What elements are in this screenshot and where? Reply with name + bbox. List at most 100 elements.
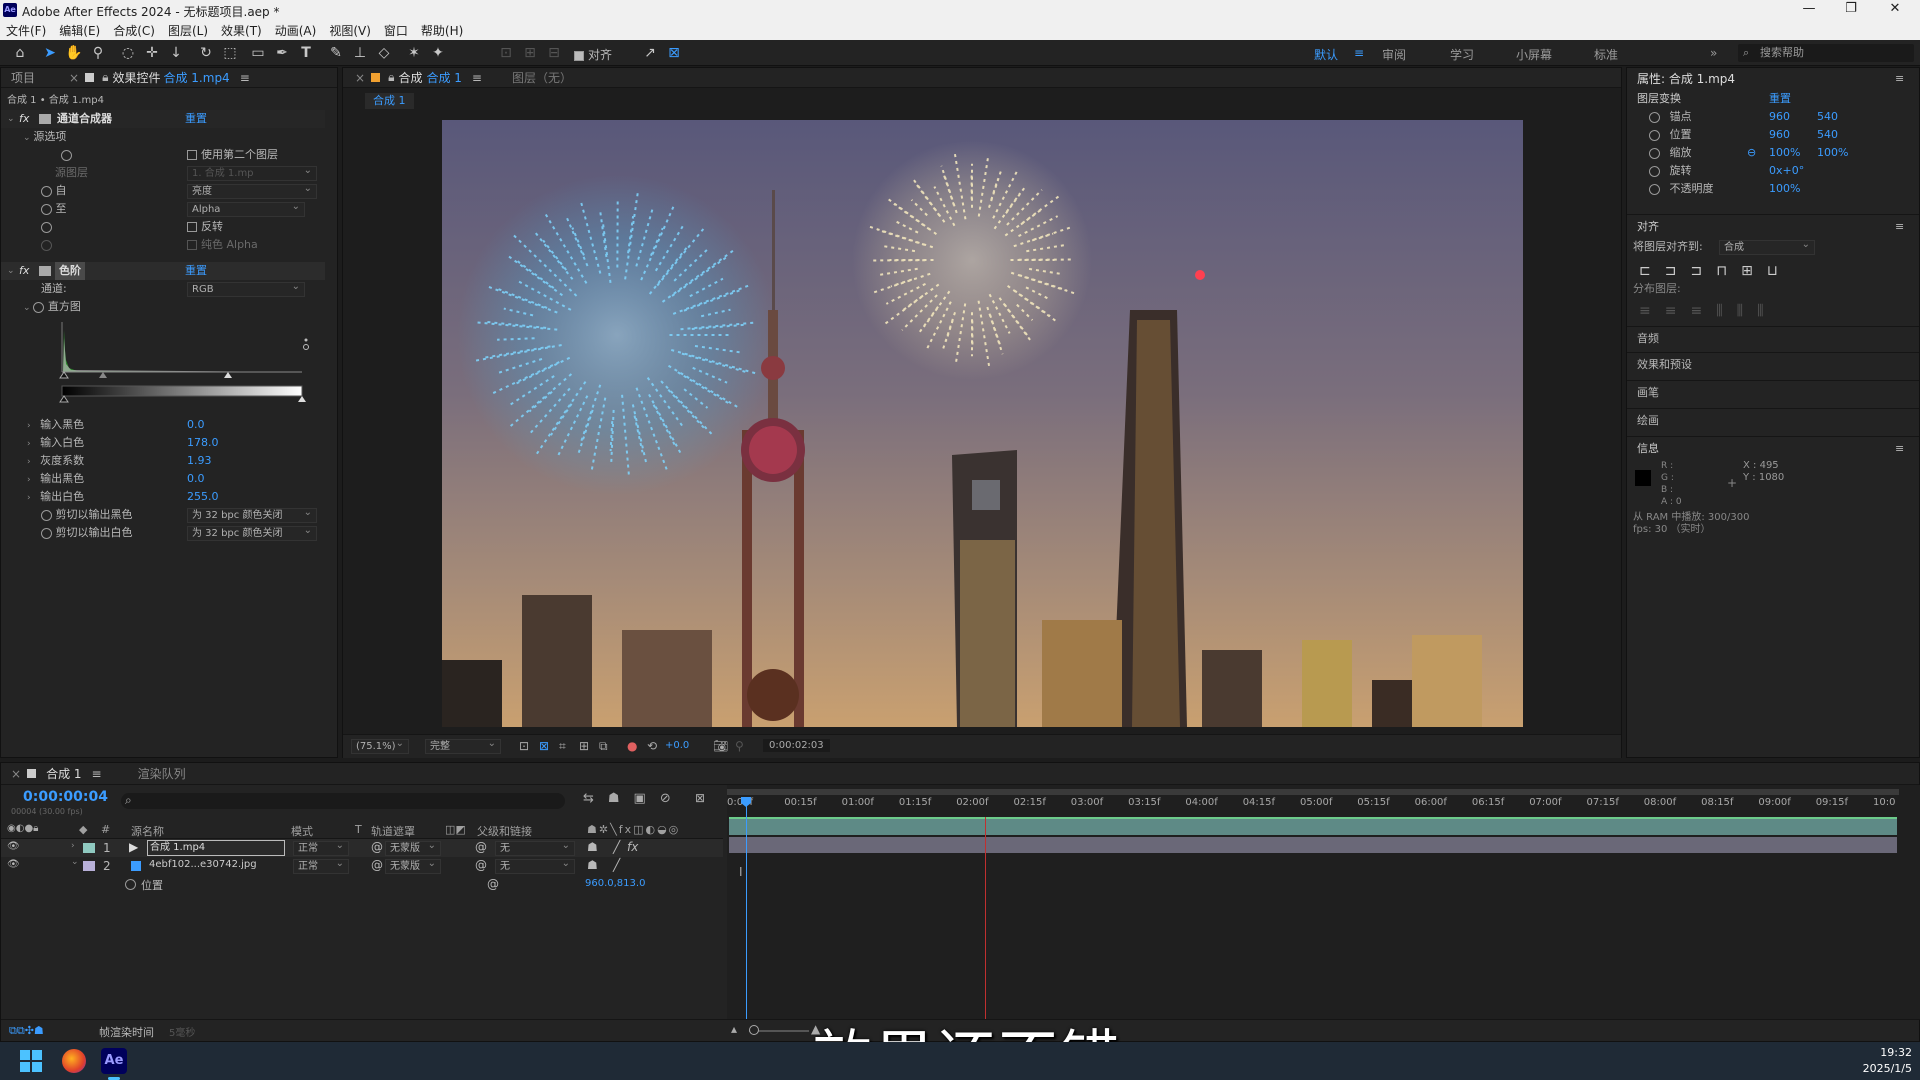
blend-mode-dropdown[interactable]: 正常 bbox=[293, 857, 349, 874]
blend-mode-dropdown[interactable]: 正常 bbox=[293, 839, 349, 856]
layer-search-input[interactable]: ⌕ bbox=[121, 793, 565, 809]
col-track-matte[interactable]: 轨道遮罩 bbox=[371, 823, 415, 839]
workspace-default[interactable]: 默认 bbox=[1314, 46, 1338, 63]
stopwatch-icon[interactable] bbox=[41, 509, 52, 521]
snapshot-icon[interactable]: 📷︎ bbox=[713, 739, 728, 753]
tab-timeline-comp[interactable]: 合成 1 bbox=[46, 765, 81, 782]
menu-animation[interactable]: 动画(A) bbox=[275, 22, 317, 39]
layer-label-color[interactable] bbox=[83, 843, 95, 853]
show-snapshot-icon[interactable]: ⚲ bbox=[735, 739, 744, 753]
output-white-value[interactable]: 255.0 bbox=[187, 488, 219, 506]
minimize-icon[interactable]: — bbox=[1786, 1, 1832, 19]
exposure-reset-icon[interactable]: ⟲ bbox=[647, 739, 657, 753]
distribute-buttons[interactable]: ≡≡≡⫼⫼⫼ bbox=[1639, 302, 1778, 320]
zoom-tool-icon[interactable]: ⚲ bbox=[88, 44, 108, 62]
brush-tool-icon[interactable]: ✎ bbox=[326, 44, 346, 62]
panel-menu-icon[interactable]: ≡ bbox=[92, 767, 102, 781]
time-ruler[interactable]: 0:00f 00:15f 01:00f 01:15f 02:00f 02:15f 03:00… bbox=[727, 797, 1899, 811]
current-time[interactable]: 0:00:00:04 bbox=[23, 789, 108, 805]
to-dropdown[interactable]: Alpha bbox=[187, 200, 305, 217]
rotation-value[interactable]: 0x+0° bbox=[1769, 162, 1804, 180]
orbit-tool-icon[interactable]: ◌ bbox=[118, 44, 138, 62]
rotate-tool-icon[interactable]: ↻ bbox=[196, 44, 216, 62]
stopwatch-icon[interactable] bbox=[1649, 147, 1660, 159]
workspace-menu-icon[interactable]: ≡ bbox=[1354, 46, 1364, 60]
mask-visibility-icon[interactable]: ⌗ bbox=[559, 739, 566, 754]
twirl-icon[interactable]: › bbox=[27, 421, 31, 431]
selection-tool-icon[interactable]: ➤ bbox=[40, 44, 60, 62]
workspace-small-screen[interactable]: 小屏幕 bbox=[1516, 46, 1552, 63]
align-toggle[interactable]: 对齐 bbox=[574, 46, 612, 63]
align-buttons[interactable]: ⊏⊐⊐⊓⊞⊔ bbox=[1639, 262, 1792, 280]
region-of-interest-icon[interactable]: ⊡ bbox=[519, 739, 529, 753]
menu-window[interactable]: 窗口 bbox=[384, 22, 408, 39]
after-effects-taskbar-icon[interactable]: Ae bbox=[101, 1048, 127, 1074]
input-black-value[interactable]: 0.0 bbox=[187, 416, 205, 434]
invert-checkbox[interactable]: 反转 bbox=[187, 218, 223, 236]
menu-view[interactable]: 视图(V) bbox=[329, 22, 371, 39]
timeline-layer-row[interactable]: 👁︎ › 1 ▶ 合成 1.mp4 正常 @ 无蒙版 @ 无 ☗ ╱ fx bbox=[1, 839, 723, 857]
track-matte-dropdown[interactable]: 无蒙版 bbox=[385, 857, 441, 874]
twirl-icon[interactable]: › bbox=[27, 475, 31, 485]
rectangle-tool-icon[interactable]: ▭ bbox=[248, 44, 268, 62]
comp-name[interactable]: 合成 1 bbox=[426, 69, 461, 86]
position-y[interactable]: 540 bbox=[1817, 126, 1838, 144]
timeline-switches[interactable]: ⇆☗▣⊘ bbox=[583, 791, 685, 806]
quality-switch-icon[interactable]: ╱ bbox=[613, 858, 620, 872]
clock-time[interactable]: 19:32 bbox=[1862, 1046, 1912, 1059]
windows-start-icon[interactable] bbox=[20, 1050, 42, 1072]
section-paint[interactable]: 绘画 bbox=[1637, 412, 1659, 430]
zoom-slider-handle[interactable] bbox=[749, 1025, 759, 1035]
search-help-input[interactable]: ⌕ 搜索帮助 bbox=[1738, 44, 1914, 62]
zoom-out-icon[interactable]: ▴ bbox=[731, 1022, 737, 1036]
source-layer-dropdown[interactable]: 1. 合成 1.mp bbox=[187, 164, 317, 181]
fx-icon[interactable]: fx bbox=[19, 262, 29, 280]
menu-composition[interactable]: 合成(C) bbox=[113, 22, 155, 39]
keyframe-icon[interactable]: I bbox=[739, 865, 743, 879]
fx-icon[interactable]: fx bbox=[19, 110, 29, 128]
close-tab-icon[interactable]: × bbox=[69, 71, 79, 85]
snapping-icon[interactable]: ↗ bbox=[640, 44, 660, 62]
stopwatch-icon[interactable] bbox=[41, 185, 52, 197]
timeline-layer-row[interactable]: 👁︎ ⌄ 2 4ebf102...e30742.jpg 正常 @ 无蒙版 @ 无… bbox=[1, 857, 723, 875]
quality-switch-icon[interactable]: ╱ bbox=[613, 840, 620, 854]
eye-icon[interactable]: 👁︎ bbox=[7, 841, 20, 852]
resolution-dropdown[interactable]: 完整 bbox=[425, 737, 501, 754]
layer-name[interactable]: 合成 1.mp4 bbox=[147, 840, 285, 856]
effect-channel-combiner[interactable]: ⌄ fx 通道合成器 重置 bbox=[1, 110, 325, 128]
parent-dropdown[interactable]: 无 bbox=[495, 839, 575, 856]
twirl-icon[interactable]: ⌄ bbox=[71, 857, 79, 867]
input-white-value[interactable]: 178.0 bbox=[187, 434, 219, 452]
scale-y[interactable]: 100% bbox=[1817, 144, 1848, 162]
stopwatch-icon[interactable] bbox=[61, 146, 72, 164]
twirl-icon[interactable]: › bbox=[27, 457, 31, 467]
parent-dropdown[interactable]: 无 bbox=[495, 857, 575, 874]
transparency-grid-icon[interactable]: ⊠ bbox=[539, 739, 549, 753]
dolly-tool-icon[interactable]: ↓ bbox=[166, 44, 186, 62]
lock-icon[interactable]: 🔒︎ bbox=[102, 70, 108, 85]
col-mode[interactable]: 模式 bbox=[291, 823, 313, 839]
clip-white-dropdown[interactable]: 为 32 bpc 颜色关闭 bbox=[187, 524, 317, 541]
local-axis-icon[interactable]: ⊡ bbox=[496, 44, 516, 62]
home-icon[interactable]: ⌂ bbox=[10, 44, 30, 62]
panel-menu-icon[interactable]: ≡ bbox=[472, 71, 482, 85]
tab-effect-controls[interactable]: 效果控件 bbox=[112, 69, 160, 86]
clone-stamp-tool-icon[interactable]: ⊥ bbox=[350, 44, 370, 62]
viewer-breadcrumb[interactable]: 合成 1 bbox=[365, 93, 414, 109]
twirl-icon[interactable]: › bbox=[27, 439, 31, 449]
levels-histogram[interactable] bbox=[57, 320, 311, 406]
type-tool-icon[interactable]: T bbox=[296, 44, 316, 62]
exposure-value[interactable]: +0.0 bbox=[665, 740, 689, 751]
firefox-icon[interactable] bbox=[62, 1049, 86, 1073]
channel-dropdown[interactable]: RGB bbox=[187, 280, 305, 297]
viewer-timecode[interactable]: 0:00:02:03 bbox=[763, 739, 830, 752]
menu-effect[interactable]: 效果(T) bbox=[221, 22, 262, 39]
roto-brush-tool-icon[interactable]: ✶ bbox=[404, 44, 424, 62]
stopwatch-icon[interactable] bbox=[1649, 111, 1660, 123]
menu-layer[interactable]: 图层(L) bbox=[168, 22, 208, 39]
track-matte-pickwhip-icon[interactable]: @ bbox=[371, 858, 383, 872]
col-source-name[interactable]: 源名称 bbox=[131, 823, 164, 839]
solid-alpha-checkbox[interactable]: 纯色 Alpha bbox=[187, 236, 258, 254]
stopwatch-icon[interactable] bbox=[41, 203, 52, 215]
stopwatch-icon[interactable] bbox=[125, 877, 136, 891]
